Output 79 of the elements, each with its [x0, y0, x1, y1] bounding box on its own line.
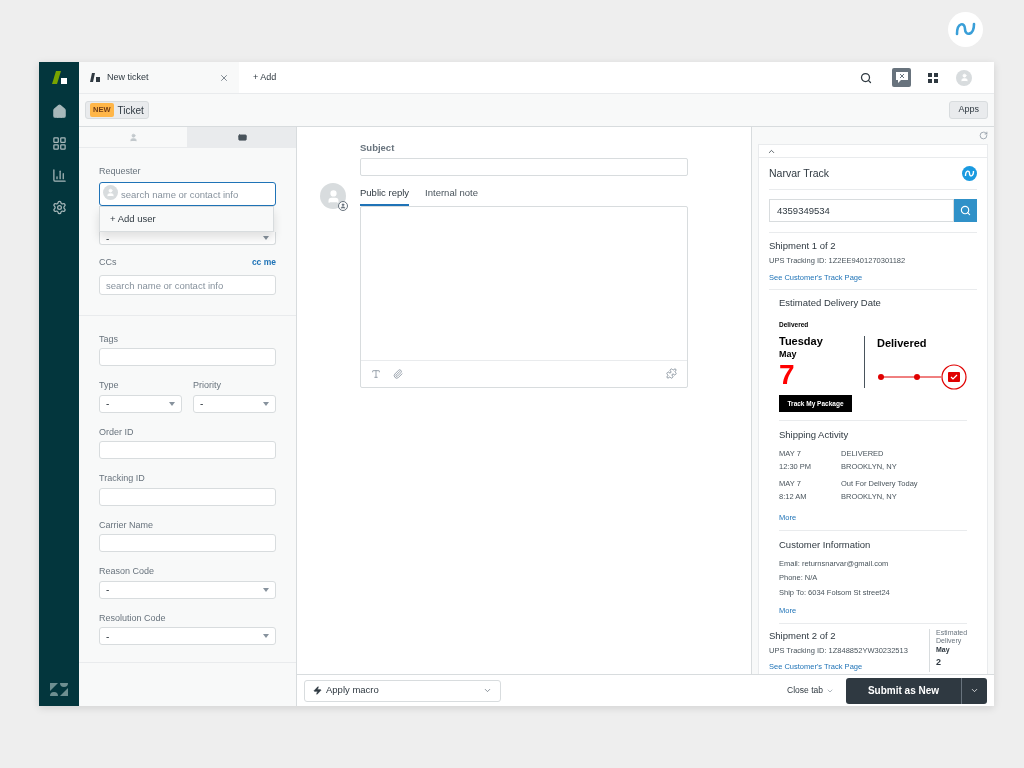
- caret-icon: [263, 401, 269, 406]
- logo-icon: [50, 70, 68, 86]
- section-heading: Estimated Delivery Date: [779, 295, 882, 310]
- text-format-icon[interactable]: [371, 368, 381, 379]
- zendesk-logo-icon: [50, 683, 68, 696]
- text-field[interactable]: [99, 348, 276, 366]
- subject-label: Subject: [360, 141, 396, 155]
- field-label: Order ID: [99, 425, 135, 439]
- ticket-icon: [89, 72, 101, 83]
- logo-icon: [962, 166, 977, 181]
- submit-options-button[interactable]: [961, 677, 987, 704]
- menu-item[interactable]: + Add user: [100, 211, 273, 227]
- section-heading: Customer Information: [779, 537, 872, 552]
- requester-field[interactable]: search name or contact info: [99, 182, 276, 206]
- search-button[interactable]: [954, 199, 977, 222]
- cc-me-link[interactable]: cc me: [251, 256, 276, 272]
- chat-button[interactable]: [892, 68, 911, 87]
- tracking-search-field[interactable]: 4359349534: [769, 199, 954, 222]
- caret-icon: [263, 236, 269, 240]
- reply-tab[interactable]: Public reply: [360, 186, 410, 206]
- views-icon[interactable]: [51, 136, 67, 151]
- paperclip-icon[interactable]: [393, 368, 403, 379]
- avatar[interactable]: [956, 69, 972, 86]
- add-tab-button[interactable]: + Add: [253, 70, 277, 85]
- delivery-day: Tuesday: [779, 334, 865, 348]
- author-avatar: [320, 183, 348, 211]
- ticket-tab[interactable]: New ticket: [79, 62, 239, 93]
- field-label: Type: [99, 379, 120, 392]
- field-label: Resolution Code: [99, 611, 167, 625]
- shipment-title: Shipment 1 of 2: [769, 239, 837, 253]
- chevron-icon: [483, 686, 492, 695]
- home-icon[interactable]: [51, 104, 67, 119]
- delivery-date: 7: [779, 361, 796, 390]
- refresh-icon[interactable]: [979, 131, 988, 140]
- caret-icon: [263, 587, 269, 592]
- select-field[interactable]: -: [99, 232, 276, 245]
- app-title: Narvar Track: [769, 165, 830, 181]
- close-icon[interactable]: [219, 72, 229, 83]
- field-label: Priority: [193, 379, 222, 392]
- search-icon: [960, 205, 971, 216]
- select-field[interactable]: -: [99, 394, 182, 413]
- puzzle-icon[interactable]: [666, 368, 677, 379]
- apps-button[interactable]: Apps: [949, 101, 988, 119]
- select-field[interactable]: -: [193, 394, 276, 413]
- bar-chart-icon[interactable]: [51, 168, 67, 183]
- field-label: Carrier Name: [99, 518, 154, 532]
- select-field[interactable]: -: [99, 580, 276, 599]
- delivery-month: May: [779, 347, 798, 361]
- delivery-status: Delivered: [877, 335, 928, 351]
- section-heading: Shipping Activity: [779, 428, 850, 443]
- select-field[interactable]: -: [99, 627, 276, 645]
- chevron-icon: [970, 686, 979, 695]
- settings-icon[interactable]: [51, 200, 67, 215]
- shipment-title: Shipment 2 of 2: [769, 629, 837, 643]
- submit-button[interactable]: Submit as New: [846, 677, 961, 704]
- ccs-field[interactable]: search name or contact info: [99, 275, 276, 295]
- apps-grid-icon[interactable]: [928, 72, 938, 83]
- logo-icon: [948, 12, 983, 47]
- text-field[interactable]: [99, 487, 276, 506]
- field-label: Tags: [99, 332, 119, 346]
- search-icon[interactable]: [860, 71, 872, 84]
- field-label: CCs: [99, 256, 117, 269]
- chat-close-icon: [895, 72, 908, 83]
- subject-field[interactable]: [360, 158, 688, 177]
- reply-tab[interactable]: Internal note: [425, 186, 478, 206]
- caret-icon: [263, 634, 269, 638]
- field-label: Reason Code: [99, 565, 156, 578]
- panel-tab[interactable]: [187, 127, 296, 147]
- card-icon: [237, 132, 247, 142]
- text-field[interactable]: [99, 441, 276, 459]
- apply-macro-select[interactable]: Apply macro: [304, 679, 501, 702]
- caret-icon: [169, 401, 175, 406]
- lightning-icon: [313, 686, 322, 695]
- delivery-date: 2: [936, 655, 942, 669]
- user-icon: [128, 132, 138, 142]
- close-tab-button[interactable]: Close tab: [787, 684, 834, 697]
- field-label: Requester: [99, 165, 142, 178]
- text-field[interactable]: [99, 534, 276, 552]
- field-label: Tracking ID: [99, 472, 146, 485]
